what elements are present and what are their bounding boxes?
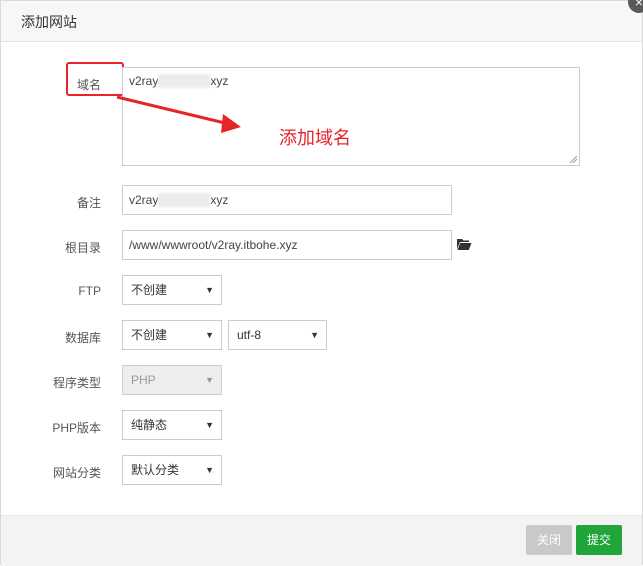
ftp-select[interactable]: 不创建 ▼ xyxy=(122,275,222,305)
close-button[interactable]: 关闭 xyxy=(526,525,572,555)
caret-down-icon: ▼ xyxy=(205,330,214,340)
site-category-label: 网站分类 xyxy=(52,466,101,480)
charset-select[interactable]: utf-8 ▼ xyxy=(228,320,327,350)
domain-value-prefix: v2ray xyxy=(129,74,159,88)
site-category-select-value: 默认分类 xyxy=(131,463,180,477)
database-select-value: 不创建 xyxy=(131,328,168,342)
php-version-select-value: 纯静态 xyxy=(131,418,168,432)
database-label: 数据库 xyxy=(64,331,101,345)
root-dir-label: 根目录 xyxy=(64,241,101,255)
caret-down-icon: ▼ xyxy=(205,465,214,475)
ftp-label: FTP xyxy=(78,284,101,298)
caret-down-icon: ▼ xyxy=(205,420,214,430)
ftp-select-value: 不创建 xyxy=(131,283,168,297)
annotation-arrow xyxy=(116,95,241,133)
remark-label: 备注 xyxy=(76,196,101,210)
program-type-select: PHP ▼ xyxy=(122,365,222,395)
redacted-blur xyxy=(158,192,211,207)
php-version-label: PHP版本 xyxy=(52,421,101,435)
dialog-title: 添加网站 xyxy=(21,14,77,30)
submit-button[interactable]: 提交 xyxy=(576,525,622,555)
caret-down-icon: ▼ xyxy=(310,330,319,340)
caret-down-icon: ▼ xyxy=(205,375,214,385)
database-select[interactable]: 不创建 ▼ xyxy=(122,320,222,350)
root-dir-input[interactable]: /www/wwwroot/v2ray.itbohe.xyz xyxy=(122,230,452,260)
domain-value-suffix: xyz xyxy=(210,74,229,88)
remark-input[interactable]: v2ray xyz xyxy=(122,185,452,215)
remark-value-prefix: v2ray xyxy=(129,193,159,207)
annotation-text: 添加域名 xyxy=(279,128,351,148)
caret-down-icon: ▼ xyxy=(205,285,214,295)
add-site-dialog: 添加网站 × 域名 v2ray xyz 添加域名 备注 v2ray xyz 根目录 … xyxy=(0,0,643,566)
site-category-select[interactable]: 默认分类 ▼ xyxy=(122,455,222,485)
remark-value-suffix: xyz xyxy=(210,193,229,207)
php-version-select[interactable]: 纯静态 ▼ xyxy=(122,410,222,440)
charset-select-value: utf-8 xyxy=(237,328,262,342)
folder-open-icon[interactable] xyxy=(456,237,472,251)
dialog-titlebar: 添加网站 xyxy=(1,1,642,42)
redacted-blur xyxy=(158,73,211,88)
resize-grip-icon[interactable] xyxy=(569,155,578,164)
program-type-select-value: PHP xyxy=(131,373,156,387)
program-type-label: 程序类型 xyxy=(52,376,101,390)
